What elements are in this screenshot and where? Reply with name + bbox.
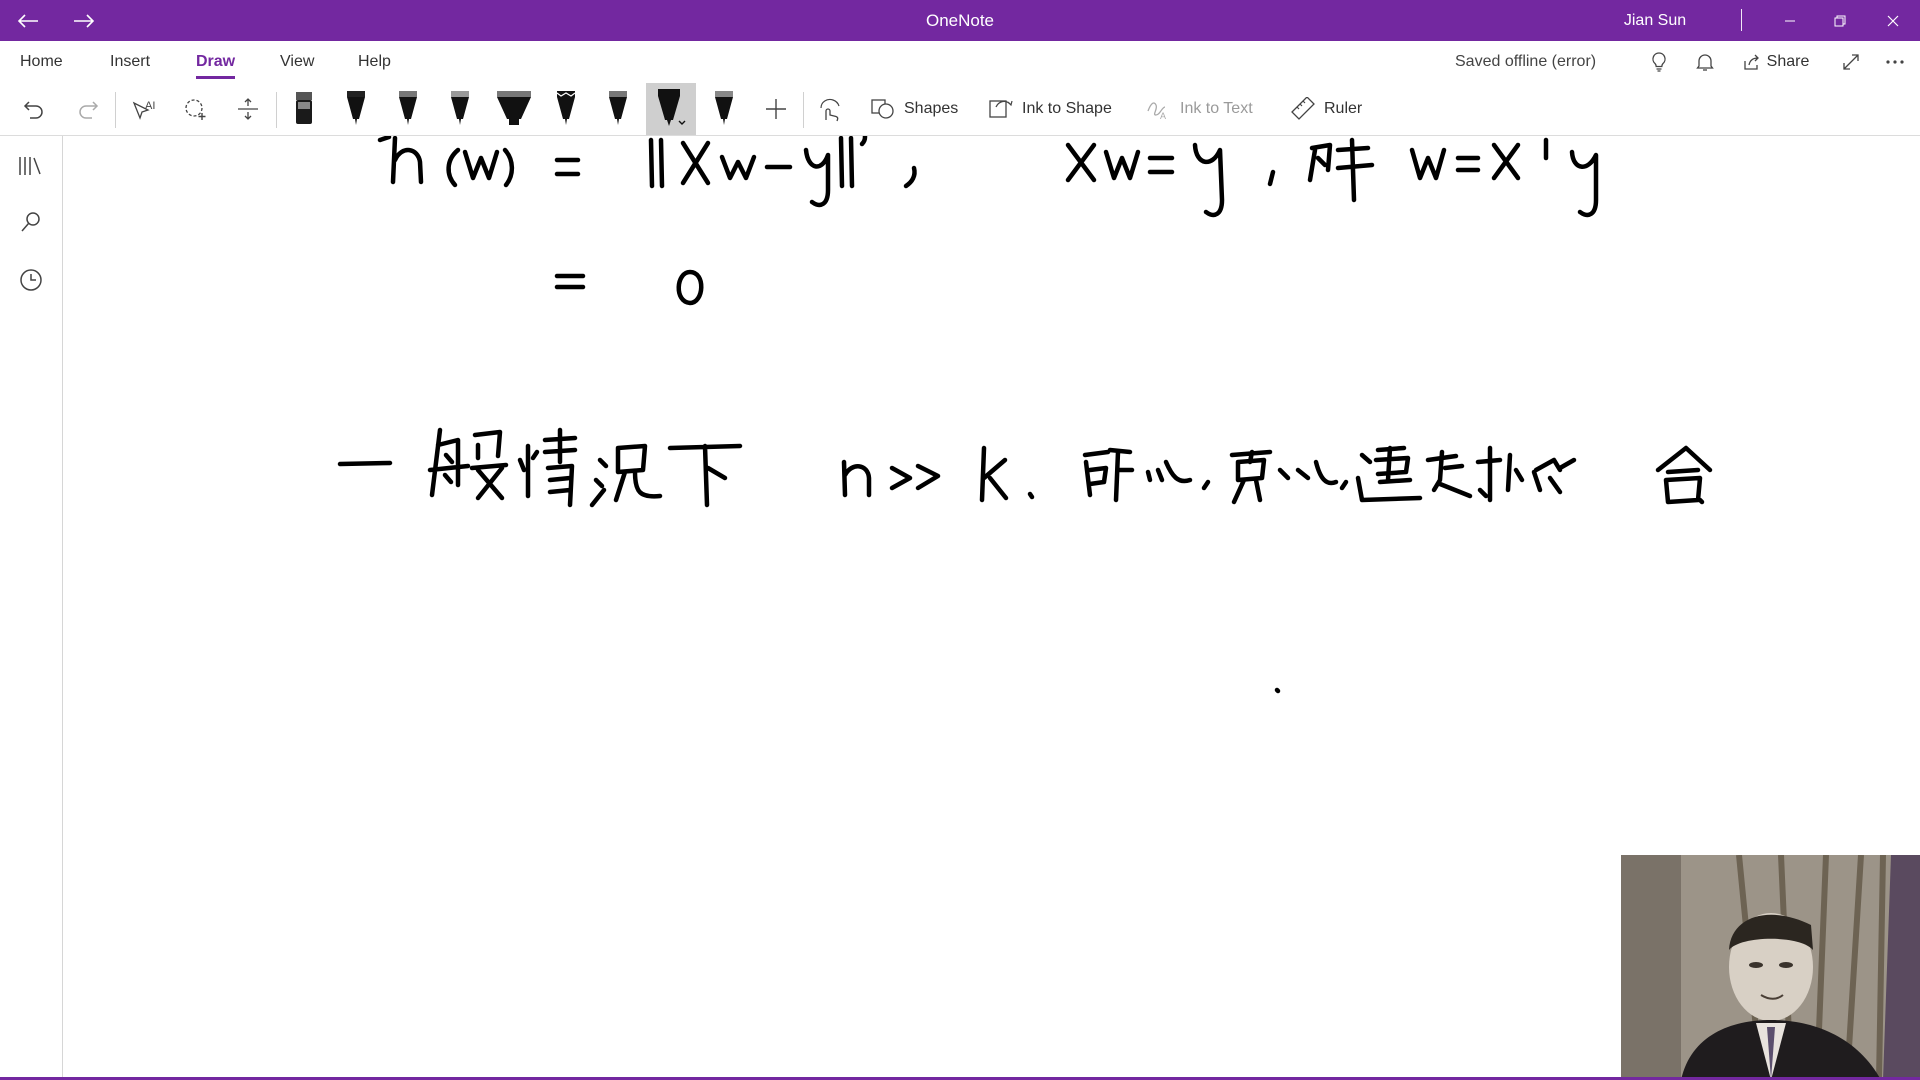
- plus-icon: [766, 99, 786, 119]
- minimize-icon: [1785, 20, 1795, 21]
- redo-icon: [79, 101, 99, 119]
- pen-icon: [399, 91, 417, 125]
- lasso-select-button[interactable]: [178, 83, 214, 135]
- pen-5-button[interactable]: [706, 83, 742, 135]
- pencil-button[interactable]: [548, 83, 584, 135]
- tab-help[interactable]: Help: [358, 41, 391, 83]
- title-separator: [1741, 9, 1742, 31]
- restore-icon: [1834, 15, 1846, 26]
- ink-to-shape-button[interactable]: Ink to Shape: [988, 83, 1112, 135]
- notifications-button[interactable]: [1690, 41, 1720, 83]
- user-name[interactable]: Jian Sun: [1600, 0, 1710, 41]
- ink-to-shape-label: Ink to Shape: [1022, 100, 1112, 117]
- tab-view[interactable]: View: [280, 41, 314, 83]
- ruler-icon: [1291, 97, 1315, 120]
- ink-to-shape-icon: [989, 100, 1013, 118]
- add-space-button[interactable]: [230, 83, 266, 135]
- sync-status[interactable]: Saved offline (error): [1455, 41, 1596, 83]
- ruler-button[interactable]: Ruler: [1290, 83, 1362, 135]
- ink-sentence: [337, 427, 1713, 508]
- expand-icon: [1843, 54, 1859, 70]
- share-label: Share: [1766, 53, 1810, 70]
- type-select-button[interactable]: AI: [126, 83, 162, 135]
- share-button[interactable]: Share: [1738, 41, 1814, 83]
- toolbar-separator: [276, 92, 277, 128]
- search-icon: [21, 212, 40, 232]
- ink-equation-1: [377, 136, 917, 208]
- close-icon: [1887, 15, 1899, 26]
- pen-2-button[interactable]: [390, 83, 426, 135]
- insert-space-icon: [238, 98, 258, 120]
- ink-to-text-button[interactable]: A Ink to Text: [1146, 83, 1253, 135]
- more-options-button[interactable]: [1880, 41, 1910, 83]
- pen-icon: [347, 91, 365, 125]
- ribbon-tabs: Home Insert Draw View Help Saved offline…: [0, 41, 1920, 83]
- eraser-icon: [296, 92, 312, 124]
- search-button[interactable]: [10, 202, 52, 242]
- library-icon: [19, 157, 41, 175]
- ink-to-text-label: Ink to Text: [1180, 100, 1253, 117]
- tab-insert[interactable]: Insert: [110, 41, 150, 83]
- restore-button[interactable]: [1813, 0, 1867, 41]
- ink-dot: [1274, 687, 1281, 694]
- presenter-webcam: [1621, 855, 1920, 1080]
- touch-draw-icon: [820, 98, 840, 122]
- pen-icon: [658, 89, 686, 126]
- navigation-rail: [0, 136, 63, 1080]
- touch-draw-button[interactable]: [812, 83, 848, 135]
- shapes-icon: [871, 99, 894, 119]
- pen-icon: [715, 91, 733, 125]
- draw-toolbar: AI Shapes Ink to Shape A Ink to Text Rul…: [0, 83, 1920, 136]
- lightbulb-button[interactable]: [1644, 41, 1674, 83]
- ruler-label: Ruler: [1324, 100, 1363, 117]
- ink-equation-3: [554, 269, 704, 306]
- toolbar-separator: [803, 92, 804, 128]
- ink-to-text-icon: A: [1147, 102, 1166, 121]
- arrow-left-icon: [17, 13, 38, 28]
- forward-button[interactable]: [62, 0, 106, 41]
- eraser-button[interactable]: [286, 83, 322, 135]
- pen-1-button[interactable]: [338, 83, 374, 135]
- undo-button[interactable]: [16, 83, 52, 135]
- clock-icon: [20, 269, 42, 291]
- close-button[interactable]: [1866, 0, 1920, 41]
- shapes-label: Shapes: [904, 100, 959, 117]
- pen-icon: [609, 91, 627, 125]
- highlighter-button[interactable]: [492, 83, 536, 135]
- highlighter-icon: [497, 91, 531, 125]
- presenter-video-icon: [1621, 855, 1920, 1080]
- cursor-text-icon: AI: [132, 100, 155, 120]
- svg-text:A: A: [1160, 111, 1166, 121]
- back-button[interactable]: [6, 0, 50, 41]
- notebooks-button[interactable]: [10, 146, 52, 186]
- svg-text:AI: AI: [145, 100, 155, 112]
- redo-button[interactable]: [70, 83, 106, 135]
- add-pen-button[interactable]: [758, 83, 794, 135]
- pencil-icon: [556, 91, 576, 125]
- more-icon: [1886, 60, 1904, 64]
- fullscreen-button[interactable]: [1836, 41, 1866, 83]
- undo-icon: [23, 101, 43, 119]
- ink-equation-2: [1065, 137, 1599, 218]
- pen-3-button[interactable]: [442, 83, 478, 135]
- lasso-icon: [185, 99, 206, 120]
- tab-home[interactable]: Home: [20, 41, 63, 83]
- arrow-right-icon: [74, 13, 95, 28]
- lightbulb-icon: [1652, 52, 1666, 72]
- shapes-button[interactable]: Shapes: [870, 83, 958, 135]
- toolbar-separator: [115, 92, 116, 128]
- minimize-button[interactable]: [1763, 0, 1817, 41]
- pen-4-button[interactable]: [600, 83, 636, 135]
- share-icon: [1743, 54, 1759, 70]
- recent-button[interactable]: [10, 260, 52, 300]
- tab-draw[interactable]: Draw: [196, 41, 236, 83]
- title-bar: OneNote Jian Sun: [0, 0, 1920, 41]
- pen-icon: [451, 91, 469, 125]
- pen-selected-button[interactable]: [646, 83, 696, 135]
- bell-icon: [1696, 54, 1714, 71]
